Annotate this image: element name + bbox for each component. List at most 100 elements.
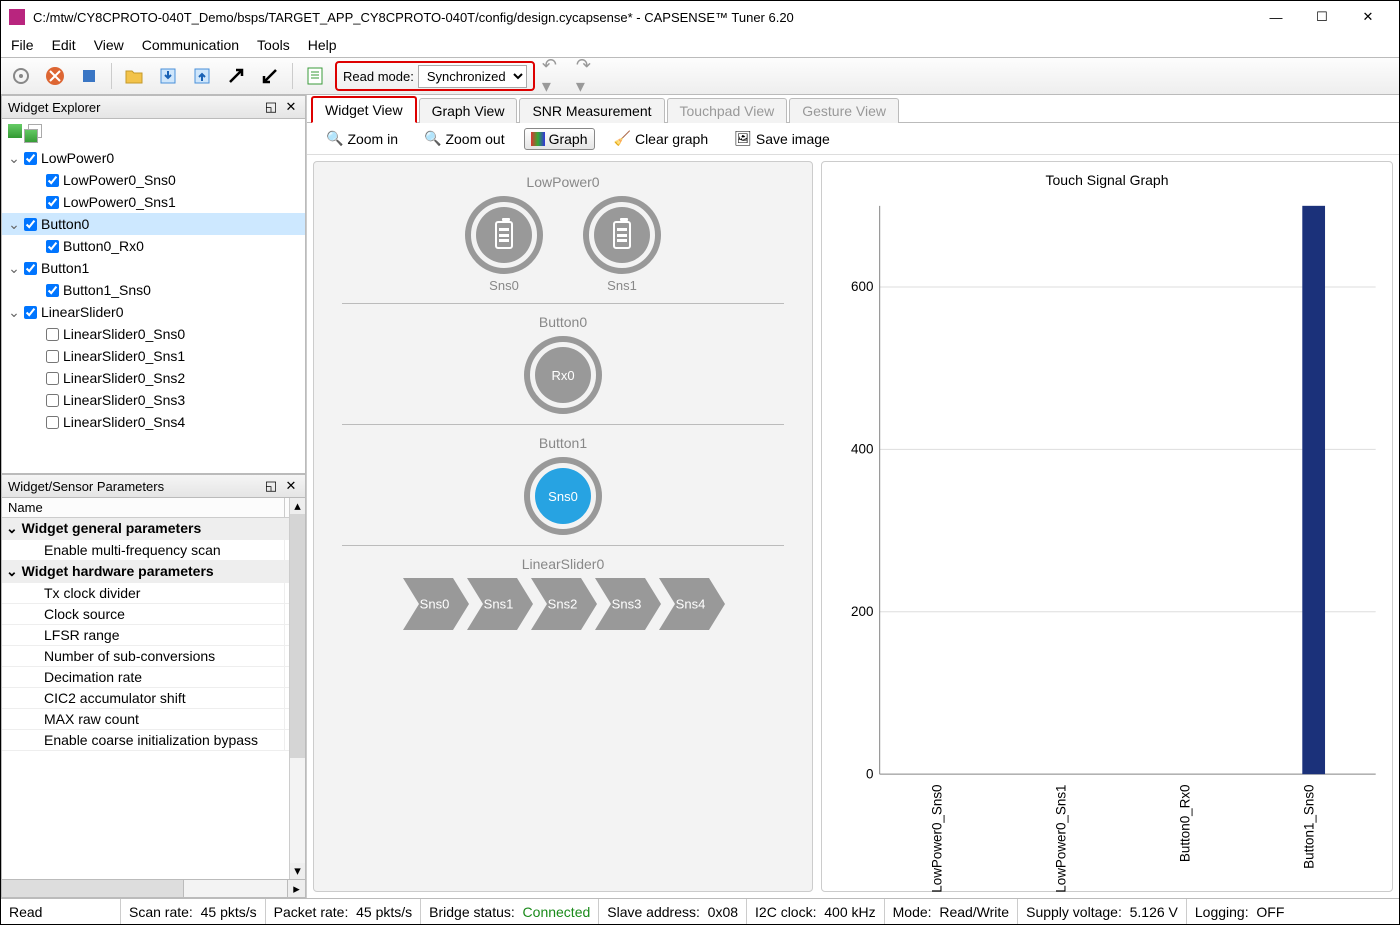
minimize-button[interactable]: — bbox=[1253, 2, 1299, 32]
disconnect-icon[interactable] bbox=[41, 62, 69, 90]
stop-icon[interactable] bbox=[75, 62, 103, 90]
collapse-all-icon[interactable] bbox=[24, 129, 38, 143]
save-image-button[interactable]: 🖼Save image bbox=[727, 127, 837, 150]
tree-row[interactable]: LinearSlider0_Sns2 bbox=[2, 367, 305, 389]
import-icon[interactable] bbox=[154, 62, 182, 90]
sensor-widget[interactable]: Sns0 bbox=[524, 457, 602, 535]
sensor-label: Sns0 bbox=[489, 278, 519, 293]
menu-file[interactable]: File bbox=[11, 37, 34, 53]
tree-row[interactable]: Button1_Sns0 bbox=[2, 279, 305, 301]
params-grid[interactable]: Name ⌄ Widget general parametersEnable m… bbox=[1, 498, 306, 880]
tree-checkbox[interactable] bbox=[46, 284, 59, 297]
wv-group-title: Button1 bbox=[322, 435, 804, 451]
read-mode-label: Read mode: bbox=[343, 69, 414, 84]
sensor-widget[interactable]: Sns1 bbox=[583, 196, 661, 293]
tree-checkbox[interactable] bbox=[24, 262, 37, 275]
tree-row[interactable]: LinearSlider0_Sns1 bbox=[2, 345, 305, 367]
zoom-in-button[interactable]: 🔍Zoom in bbox=[319, 127, 405, 150]
undock-params-icon[interactable]: ◱ bbox=[263, 478, 279, 494]
tree-checkbox[interactable] bbox=[46, 196, 59, 209]
tree-checkbox[interactable] bbox=[24, 218, 37, 231]
param-row[interactable]: CIC2 accumulator shift bbox=[2, 688, 305, 709]
widget-tree[interactable]: ⌄LowPower0LowPower0_Sns0LowPower0_Sns1⌄B… bbox=[1, 143, 306, 474]
tab-graph-view[interactable]: Graph View bbox=[419, 98, 518, 123]
param-row[interactable]: Decimation rate bbox=[2, 667, 305, 688]
receive-icon[interactable] bbox=[256, 62, 284, 90]
menu-edit[interactable]: Edit bbox=[52, 37, 76, 53]
tree-checkbox[interactable] bbox=[46, 328, 59, 341]
send-icon[interactable] bbox=[222, 62, 250, 90]
tree-row[interactable]: ⌄ LinearSlider0 bbox=[2, 301, 305, 323]
params-hscroll[interactable]: ▸ bbox=[1, 880, 306, 898]
close-params-icon[interactable]: ✕ bbox=[283, 478, 299, 494]
param-row[interactable]: Enable coarse initialization bypass bbox=[2, 730, 305, 751]
tree-row[interactable]: LinearSlider0_Sns4 bbox=[2, 411, 305, 433]
tree-checkbox[interactable] bbox=[46, 350, 59, 363]
tree-twisty-icon[interactable]: ⌄ bbox=[8, 260, 20, 277]
params-scrollbar[interactable]: ▴▾ bbox=[289, 498, 305, 879]
tree-checkbox[interactable] bbox=[46, 372, 59, 385]
tab-snr-measurement[interactable]: SNR Measurement bbox=[519, 98, 664, 123]
open-icon[interactable] bbox=[120, 62, 148, 90]
log-icon[interactable] bbox=[301, 62, 329, 90]
slider-segment[interactable]: Sns4 bbox=[659, 578, 729, 630]
tree-checkbox[interactable] bbox=[46, 174, 59, 187]
undock-icon[interactable]: ◱ bbox=[263, 99, 279, 115]
tree-checkbox[interactable] bbox=[46, 240, 59, 253]
undo-icon[interactable]: ↶ ▾ bbox=[541, 62, 569, 90]
clear-graph-button[interactable]: 🧹Clear graph bbox=[607, 127, 716, 150]
tree-label: LowPower0_Sns0 bbox=[63, 172, 176, 188]
tree-label: LinearSlider0 bbox=[41, 304, 124, 320]
param-group[interactable]: ⌄ Widget general parameters bbox=[2, 518, 305, 540]
tree-row[interactable]: LinearSlider0_Sns0 bbox=[2, 323, 305, 345]
param-row[interactable]: MAX raw count bbox=[2, 709, 305, 730]
menu-view[interactable]: View bbox=[94, 37, 124, 53]
svg-text:200: 200 bbox=[851, 604, 873, 619]
param-group[interactable]: ⌄ Widget hardware parameters bbox=[2, 561, 305, 583]
slider-segment[interactable]: Sns2 bbox=[531, 578, 601, 630]
tree-twisty-icon[interactable]: ⌄ bbox=[8, 150, 20, 167]
tree-row[interactable]: ⌄LowPower0 bbox=[2, 147, 305, 169]
tree-row[interactable]: LowPower0_Sns1 bbox=[2, 191, 305, 213]
param-row[interactable]: Number of sub-conversions bbox=[2, 646, 305, 667]
tree-row[interactable]: ⌄Button1 bbox=[2, 257, 305, 279]
param-row[interactable]: Clock source bbox=[2, 604, 305, 625]
read-mode-select[interactable]: Synchronized bbox=[418, 65, 527, 88]
slider-segment[interactable]: Sns0 bbox=[403, 578, 473, 630]
export-icon[interactable] bbox=[188, 62, 216, 90]
tree-row[interactable]: LowPower0_Sns0 bbox=[2, 169, 305, 191]
svg-text:Button0_Rx0: Button0_Rx0 bbox=[1178, 784, 1193, 862]
sensor-widget[interactable]: Rx0 bbox=[524, 336, 602, 414]
slider-segment[interactable]: Sns1 bbox=[467, 578, 537, 630]
tree-row[interactable]: Button0_Rx0 bbox=[2, 235, 305, 257]
param-row[interactable]: LFSR range bbox=[2, 625, 305, 646]
gear-icon[interactable] bbox=[7, 62, 35, 90]
param-row[interactable]: Enable multi-frequency scan bbox=[2, 540, 305, 561]
menu-communication[interactable]: Communication bbox=[142, 37, 239, 53]
tree-checkbox[interactable] bbox=[46, 416, 59, 429]
graph-icon bbox=[531, 132, 545, 146]
tree-row[interactable]: ⌄Button0 bbox=[2, 213, 305, 235]
check-all-icon[interactable] bbox=[8, 124, 22, 138]
tree-checkbox[interactable] bbox=[46, 394, 59, 407]
param-row[interactable]: Tx clock divider bbox=[2, 583, 305, 604]
tree-row[interactable]: LinearSlider0_Sns3 bbox=[2, 389, 305, 411]
tree-checkbox[interactable] bbox=[24, 306, 37, 319]
chart-svg: 0200400600LowPower0_Sns0LowPower0_Sns1Bu… bbox=[828, 194, 1386, 898]
menu-tools[interactable]: Tools bbox=[257, 37, 290, 53]
tab-widget-view[interactable]: Widget View bbox=[311, 96, 417, 123]
close-panel-icon[interactable]: ✕ bbox=[283, 99, 299, 115]
zoom-out-button[interactable]: 🔍Zoom out bbox=[417, 127, 512, 150]
tree-checkbox[interactable] bbox=[24, 152, 37, 165]
menu-help[interactable]: Help bbox=[308, 37, 337, 53]
tree-twisty-icon[interactable]: ⌄ bbox=[8, 216, 20, 233]
graph-toggle-button[interactable]: Graph bbox=[524, 128, 595, 150]
close-button[interactable]: ✕ bbox=[1345, 2, 1391, 32]
maximize-button[interactable]: ☐ bbox=[1299, 2, 1345, 32]
sensor-widget[interactable]: Sns0 bbox=[465, 196, 543, 293]
params-header: Widget/Sensor Parameters ◱ ✕ bbox=[1, 474, 306, 498]
redo-icon[interactable]: ↷ ▾ bbox=[575, 62, 603, 90]
tree-twisty-icon[interactable]: ⌄ bbox=[8, 304, 20, 321]
slider-segment[interactable]: Sns3 bbox=[595, 578, 665, 630]
status-mode: Read bbox=[1, 899, 121, 924]
